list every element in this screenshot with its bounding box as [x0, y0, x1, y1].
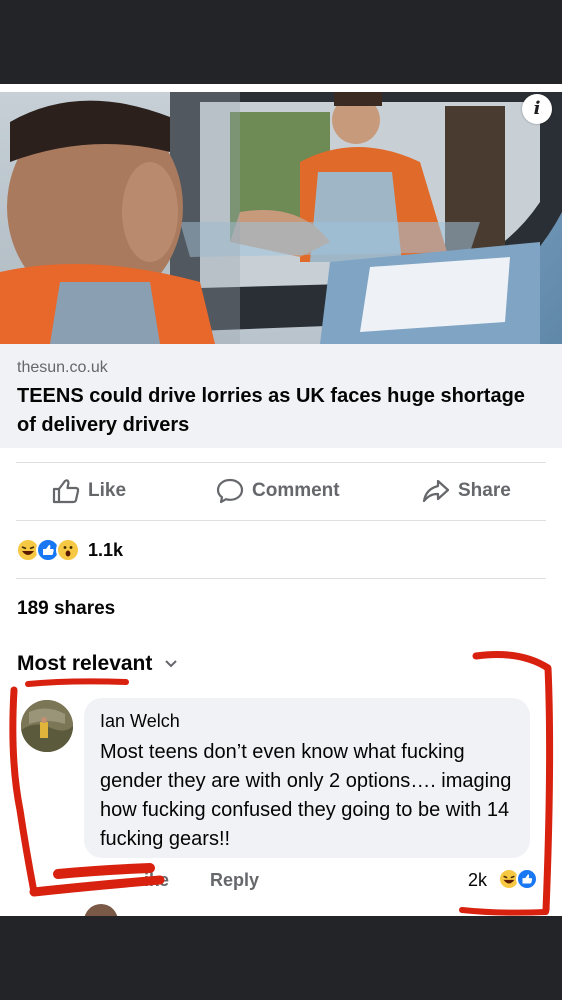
- speech-bubble-icon: [216, 478, 244, 504]
- comment-button[interactable]: Comment: [216, 468, 340, 514]
- top-dark-bar: [0, 0, 562, 84]
- divider: [16, 578, 546, 579]
- comment-reply-button[interactable]: Reply: [210, 870, 259, 891]
- divider: [16, 462, 546, 463]
- reaction-count: 1.1k: [88, 539, 124, 560]
- link-preview-text[interactable]: thesun.co.uk TEENS could drive lorries a…: [0, 344, 562, 448]
- link-title: TEENS could drive lorries as UK faces hu…: [17, 385, 525, 436]
- wow-reaction-icon: [56, 538, 80, 562]
- comment-like-button[interactable]: ike: [144, 870, 169, 891]
- comment-footer: ike Reply 2k: [86, 866, 546, 896]
- comment-sort-dropdown[interactable]: Most relevant: [17, 652, 178, 676]
- link-domain: thesun.co.uk: [17, 359, 108, 376]
- comment-label: Comment: [252, 480, 340, 501]
- share-label: Share: [458, 480, 511, 501]
- avatar[interactable]: [84, 904, 118, 916]
- comment-bubble: Ian Welch Most teens don’t even know wha…: [84, 698, 530, 858]
- like-label: Like: [88, 480, 127, 501]
- like-reaction-icon: [516, 868, 538, 890]
- chevron-down-icon: [165, 660, 178, 668]
- thumbs-up-icon: [52, 479, 80, 504]
- share-button[interactable]: Share: [422, 468, 511, 514]
- comment-author[interactable]: Ian Welch: [100, 710, 514, 732]
- post-actions: Like Comment Share: [0, 468, 562, 514]
- reactions-summary[interactable]: 1.1k: [16, 536, 123, 564]
- avatar[interactable]: [21, 700, 73, 752]
- bottom-dark-bar: [0, 916, 562, 1000]
- info-icon[interactable]: i: [522, 94, 552, 124]
- shares-count[interactable]: 189 shares: [17, 598, 115, 620]
- like-button[interactable]: Like: [52, 468, 126, 514]
- comment-reaction-count[interactable]: 2k: [468, 870, 487, 891]
- facebook-post: i thesun.co.uk TEENS could drive lorries…: [0, 84, 562, 916]
- sort-label: Most relevant: [17, 652, 153, 675]
- comment-reactions[interactable]: [498, 868, 538, 890]
- share-arrow-icon: [422, 479, 450, 503]
- link-preview-image[interactable]: i: [0, 92, 562, 344]
- divider: [16, 520, 546, 521]
- preview-photo: [0, 92, 562, 344]
- comment-text: Most teens don’t even know what fucking …: [100, 741, 512, 850]
